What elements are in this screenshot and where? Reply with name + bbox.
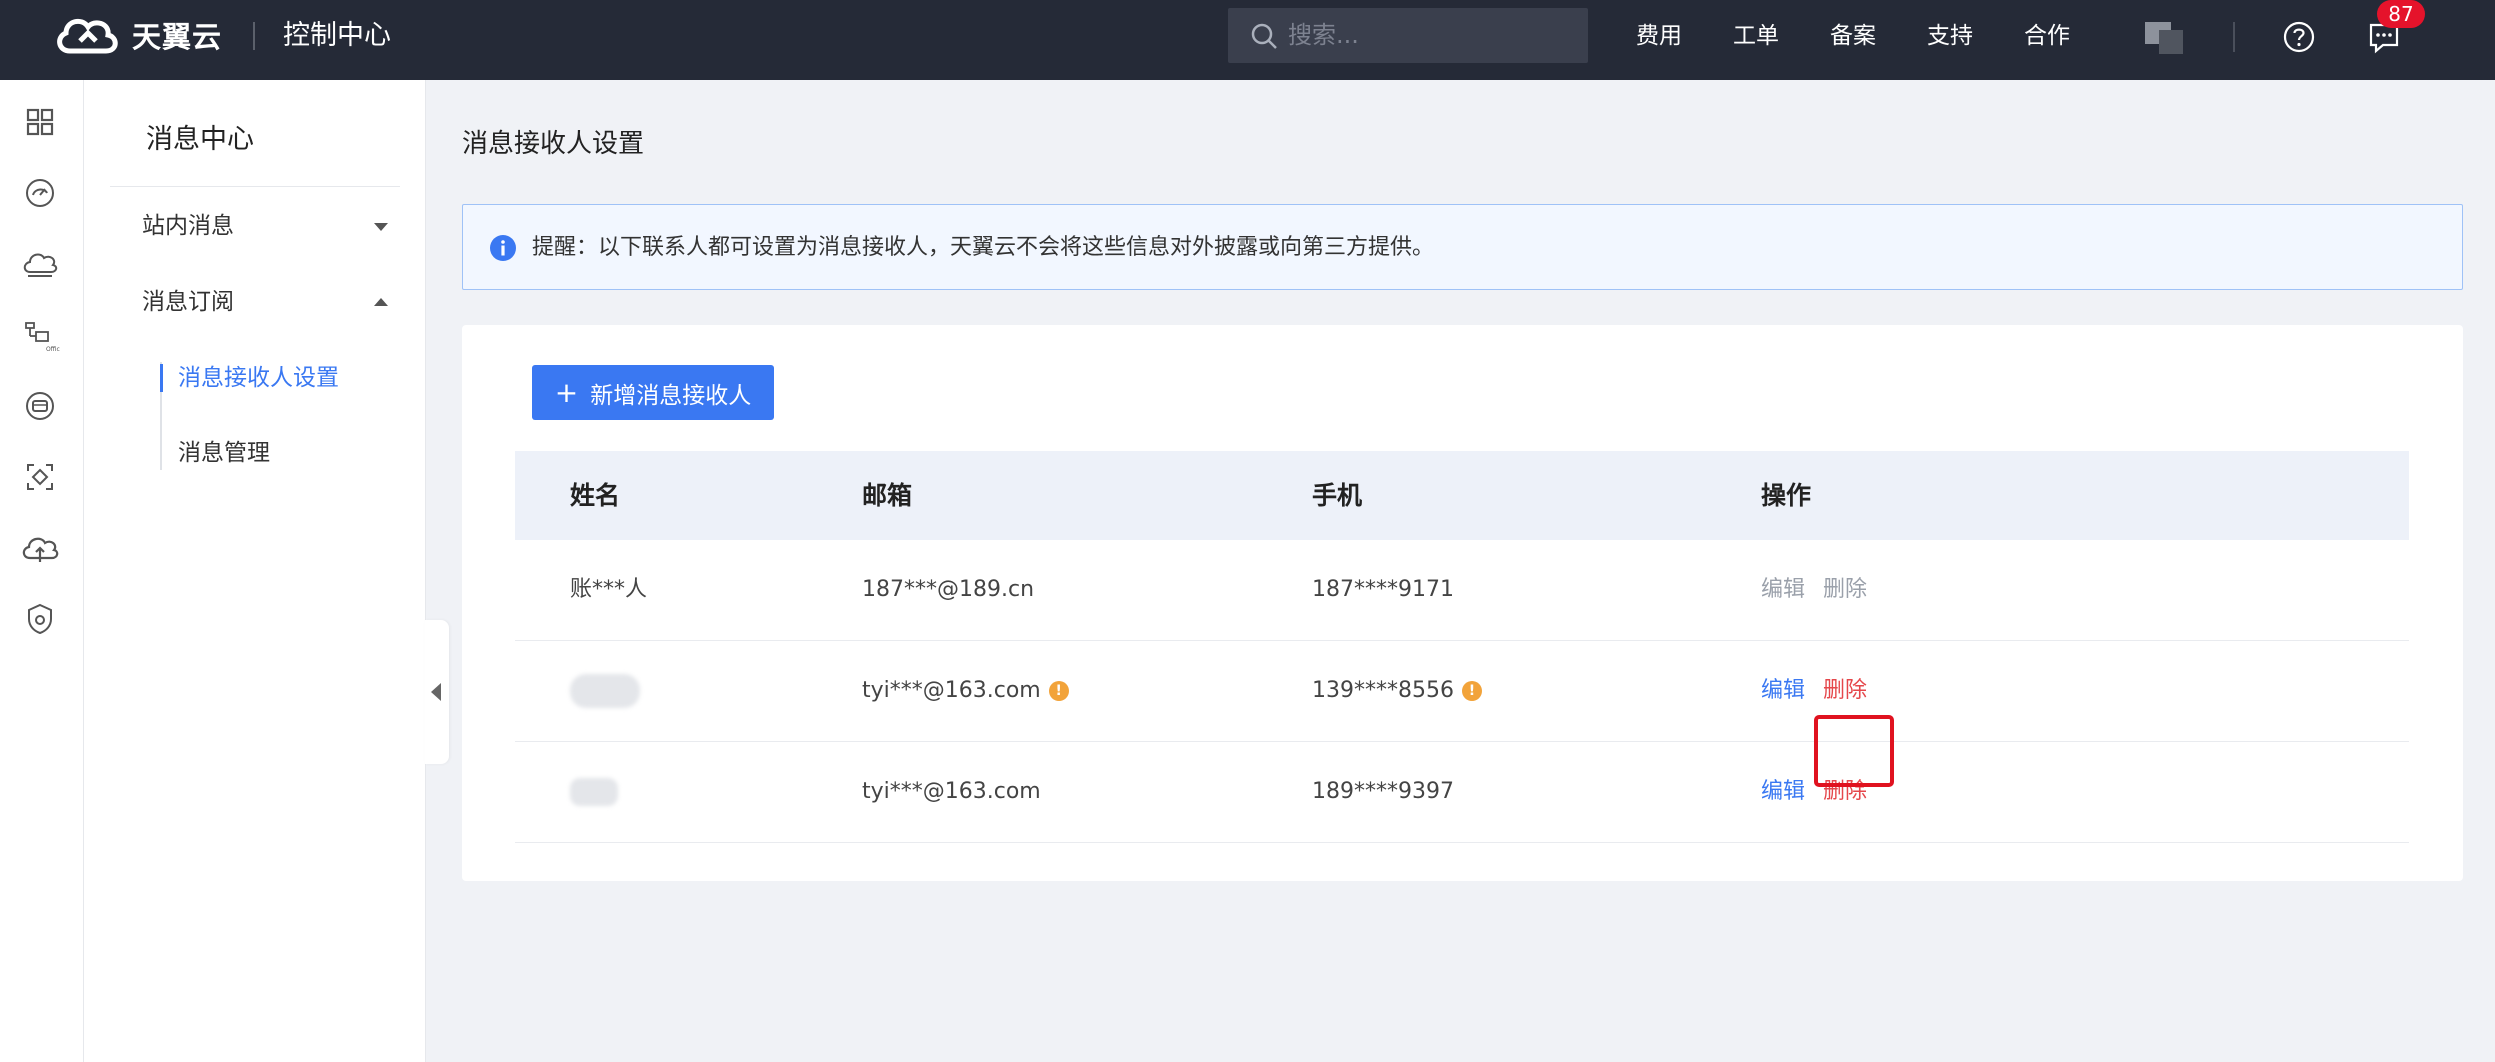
- recipient-card: + 新增消息接收人 姓名 邮箱 手机 操作 账***人 187***@189.c…: [462, 325, 2463, 881]
- nav-cooperation[interactable]: 合作: [2024, 0, 2070, 72]
- console-title[interactable]: 控制中心: [283, 18, 391, 54]
- edit-button: 编辑: [1761, 577, 1806, 602]
- sidebar: 消息中心 站内消息 消息订阅 消息接收人设置 消息管理: [84, 80, 426, 1062]
- search-icon: [1251, 23, 1277, 49]
- recipient-phone-cell: 139****8556 !: [1312, 641, 1482, 741]
- column-phone: 手机: [1312, 481, 1363, 510]
- chevron-left-icon: [431, 683, 441, 701]
- sidebar-collapse-toggle[interactable]: [425, 620, 449, 764]
- edit-button[interactable]: 编辑: [1761, 641, 1805, 741]
- delete-button: 删除: [1823, 577, 1868, 602]
- logo[interactable]: 天翼云: [52, 10, 222, 60]
- warning-icon[interactable]: !: [1461, 681, 1482, 701]
- delete-button-wrapper[interactable]: 删除: [1814, 715, 1895, 842]
- recipient-phone: 187****9171: [1312, 577, 1454, 602]
- table-row: tyi***@163.com 189****9397 编辑 删除: [515, 715, 2409, 843]
- recipient-phone: 139****8556: [1312, 678, 1454, 703]
- row-actions: 编辑 删除: [1761, 540, 1885, 640]
- user-avatar[interactable]: [2145, 22, 2189, 56]
- search-placeholder: 搜索...: [1288, 21, 1359, 49]
- add-recipient-button[interactable]: + 新增消息接收人: [532, 365, 774, 420]
- cloud-icon[interactable]: [20, 244, 60, 284]
- recipient-name-redacted: [570, 742, 618, 842]
- svg-text:Office: Office: [46, 346, 60, 353]
- header-divider: [253, 22, 255, 50]
- table-header: 姓名 邮箱 手机 操作: [515, 451, 2409, 540]
- recipient-name-redacted: [570, 641, 640, 741]
- sidebar-group-subscription[interactable]: 消息订阅: [142, 282, 234, 322]
- cloud-upload-icon[interactable]: [20, 528, 60, 568]
- table-row: tyi***@163.com ! 139****8556 ! 编辑 删除: [515, 641, 2409, 742]
- recipient-phone: 189****9397: [1312, 779, 1454, 804]
- nav-ticket[interactable]: 工单: [1733, 0, 1779, 72]
- nav-fee[interactable]: 费用: [1636, 0, 1682, 72]
- sidebar-title: 消息中心: [146, 124, 254, 155]
- dashboard-icon[interactable]: [20, 173, 60, 213]
- recipient-email: tyi***@163.com: [862, 678, 1041, 703]
- table-row: 账***人 187***@189.cn 187****9171 编辑 删除: [515, 540, 2409, 641]
- scan-icon[interactable]: [20, 457, 60, 497]
- column-name: 姓名: [570, 481, 621, 510]
- active-indicator: [160, 364, 163, 392]
- divider: [110, 186, 400, 187]
- chevron-up-icon[interactable]: [374, 298, 388, 306]
- column-actions: 操作: [1761, 481, 1812, 510]
- add-recipient-label: 新增消息接收人: [590, 382, 752, 409]
- notice-banner: 提醒：以下联系人都可设置为消息接收人，天翼云不会将这些信息对外披露或向第三方提供…: [462, 204, 2463, 290]
- message-badge: 87: [2377, 0, 2425, 28]
- info-icon: [490, 235, 516, 261]
- brand-name: 天翼云: [132, 20, 223, 54]
- page-title: 消息接收人设置: [462, 129, 645, 159]
- column-email: 邮箱: [862, 481, 913, 510]
- chevron-down-icon[interactable]: [374, 223, 388, 231]
- storage-icon[interactable]: [20, 386, 60, 426]
- top-bar: 天翼云 控制中心 搜索... 费用 工单 备案 支持 合作 87: [0, 0, 2495, 80]
- warning-icon[interactable]: !: [1048, 681, 1069, 701]
- recipient-name: 账***人: [570, 577, 648, 602]
- recipient-email-cell: tyi***@163.com !: [862, 641, 1069, 741]
- plus-icon: +: [554, 375, 579, 409]
- cloud-logo-icon: [57, 18, 118, 54]
- sidebar-item-message-management[interactable]: 消息管理: [178, 433, 270, 473]
- row-actions: 编辑 删除: [1761, 715, 1895, 842]
- recipient-email: 187***@189.cn: [862, 577, 1035, 602]
- sidebar-group-inbox[interactable]: 站内消息: [142, 206, 234, 246]
- search-input[interactable]: 搜索...: [1228, 8, 1588, 63]
- help-icon[interactable]: [2282, 20, 2316, 54]
- notice-text: 提醒：以下联系人都可设置为消息接收人，天翼云不会将这些信息对外披露或向第三方提供…: [532, 235, 1435, 260]
- network-icon[interactable]: Office: [20, 315, 60, 355]
- sidebar-item-recipient-settings[interactable]: 消息接收人设置: [178, 358, 339, 398]
- shield-icon[interactable]: [20, 599, 60, 639]
- header-divider: [2233, 22, 2235, 52]
- recipient-email: tyi***@163.com: [862, 779, 1041, 804]
- nav-record[interactable]: 备案: [1830, 0, 1876, 72]
- nav-support[interactable]: 支持: [1927, 0, 1973, 72]
- highlight-box: [1814, 715, 1895, 787]
- grid-icon[interactable]: [20, 102, 60, 142]
- edit-button[interactable]: 编辑: [1761, 742, 1805, 842]
- icon-rail: Office: [0, 80, 84, 1062]
